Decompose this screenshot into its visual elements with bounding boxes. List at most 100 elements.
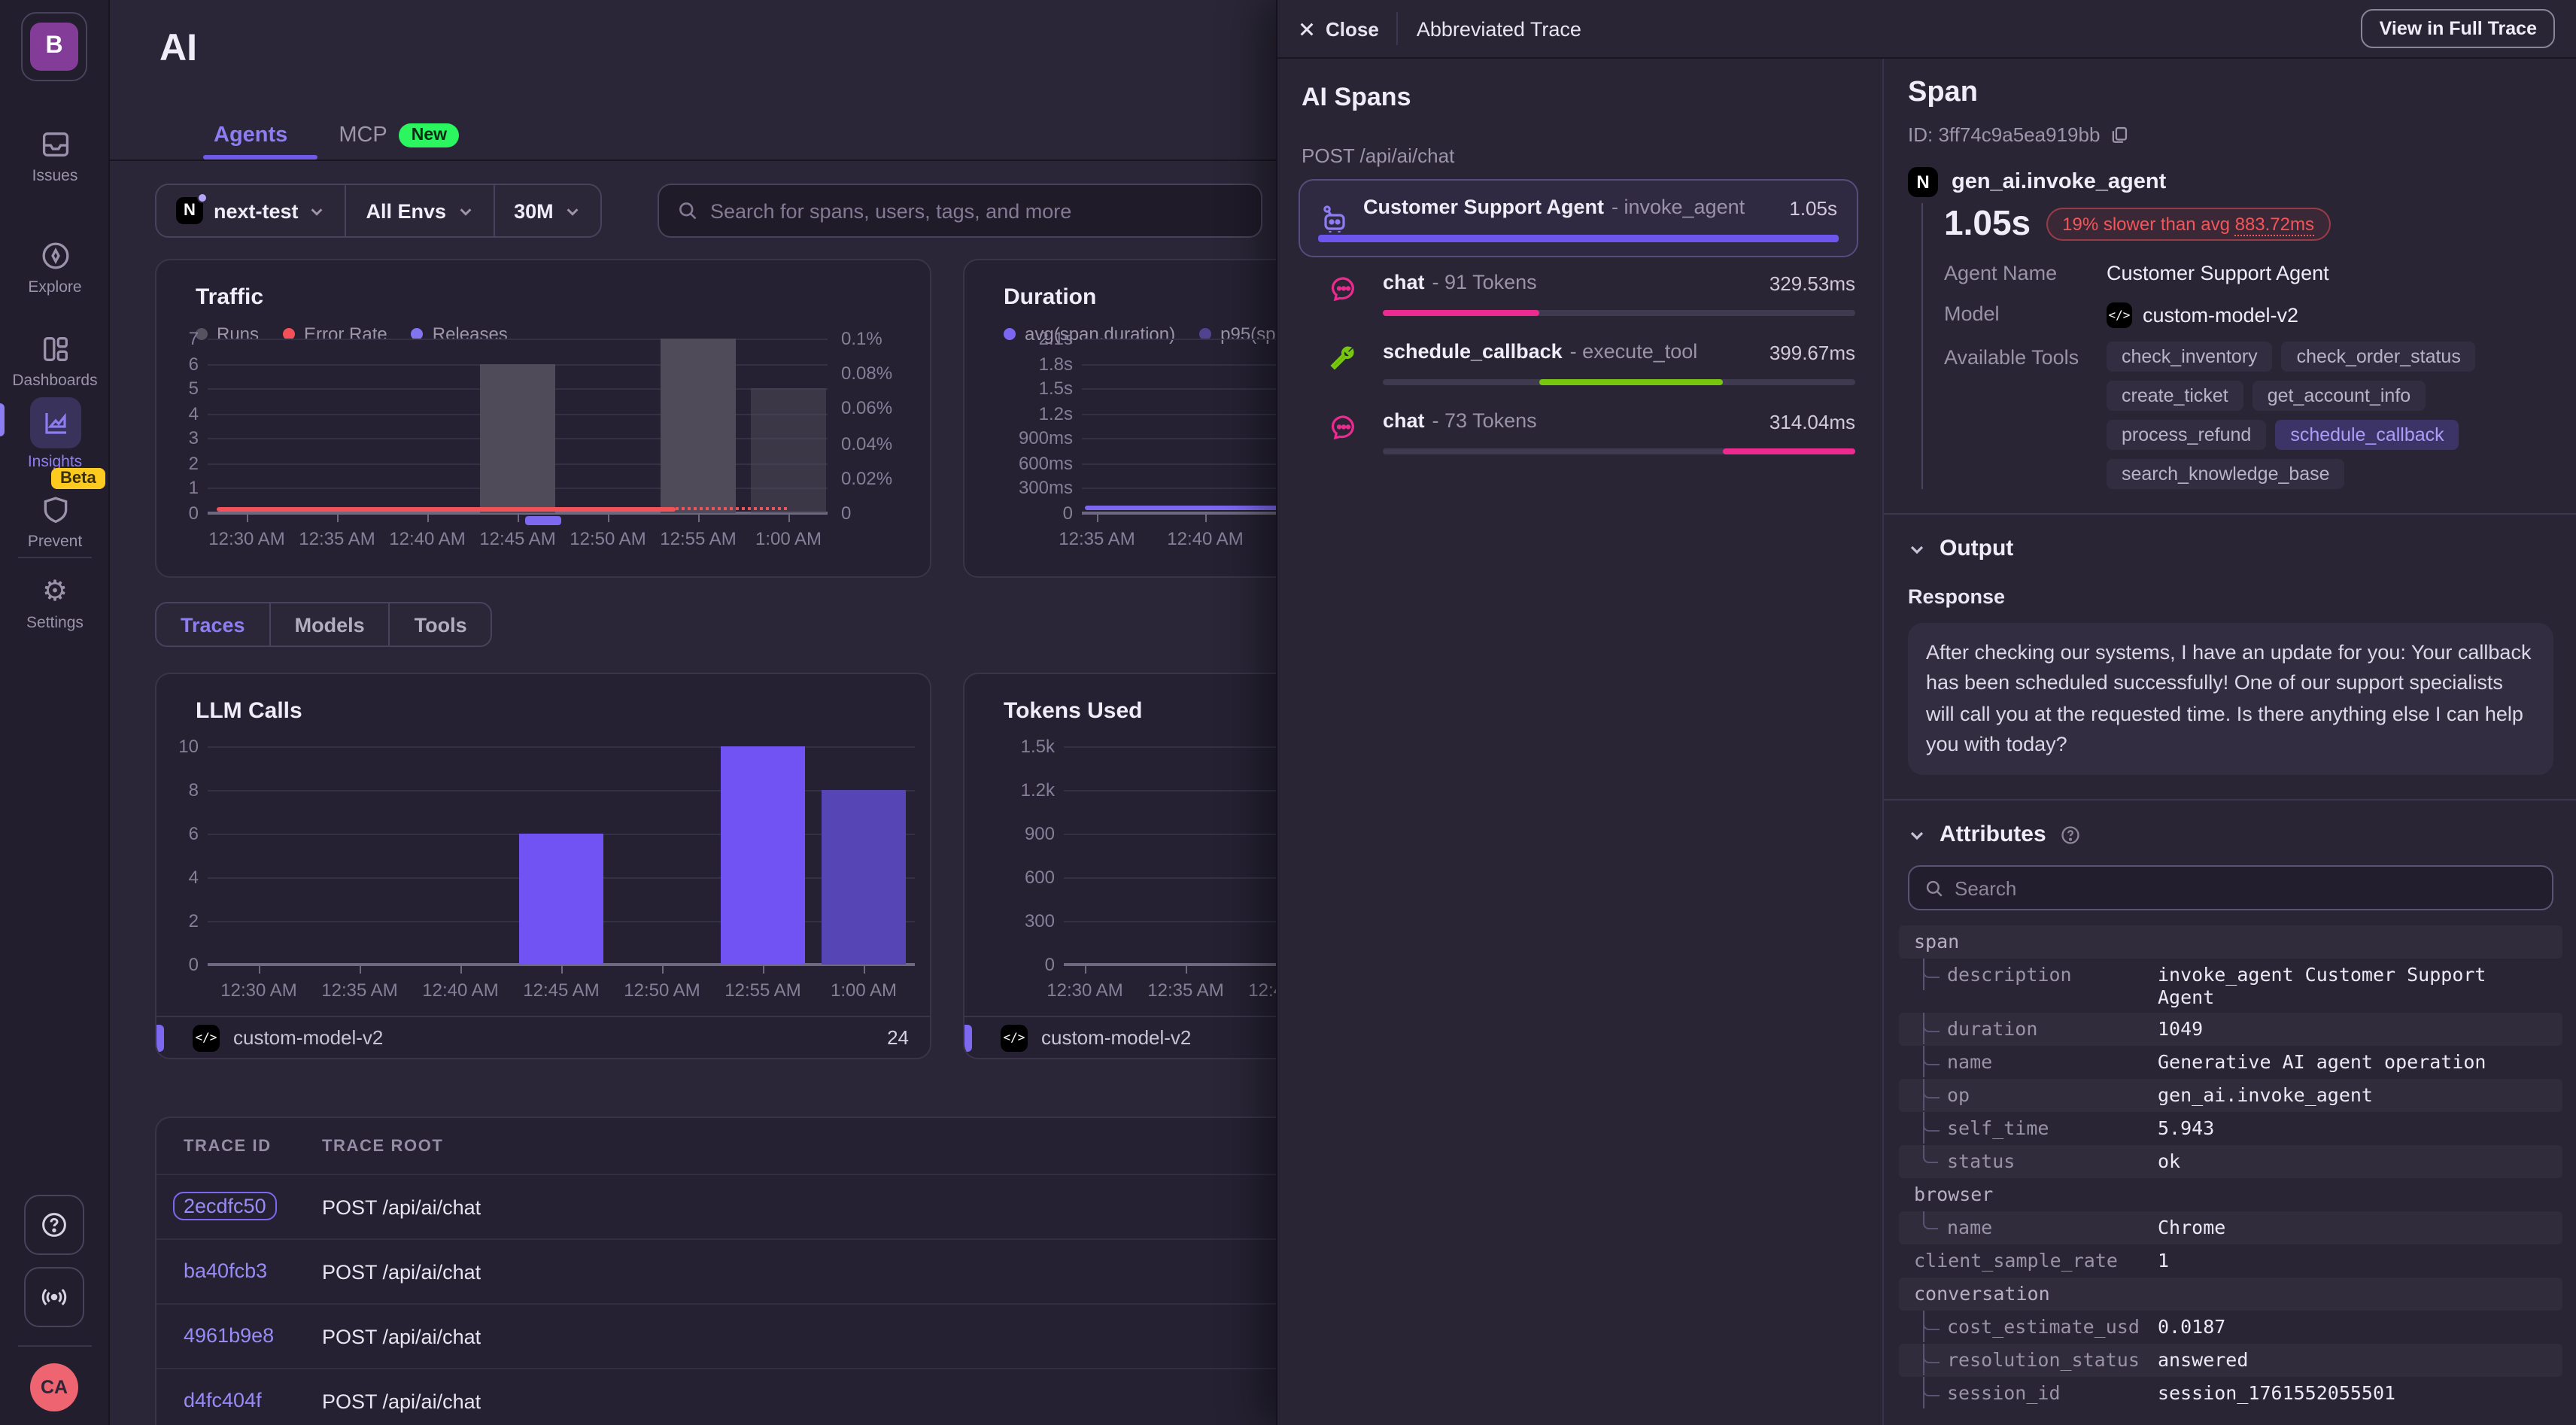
y-axis-label: 600ms bbox=[1007, 453, 1073, 474]
attribute-value: gen_ai.invoke_agent bbox=[2158, 1079, 2534, 1111]
chart-footer[interactable]: </> custom-model-v2 24 bbox=[156, 1016, 930, 1058]
attribute-group-row[interactable]: span bbox=[1899, 925, 2562, 959]
trace-id-link[interactable]: 4961b9e8 bbox=[184, 1324, 274, 1347]
attribute-group-row[interactable]: browser bbox=[1899, 1178, 2562, 1211]
series-color-marker bbox=[156, 1025, 164, 1052]
trace-id-link[interactable]: 2ecdfc50 bbox=[173, 1192, 277, 1220]
attributes-section-header[interactable]: Attributes bbox=[1908, 822, 2553, 847]
span-name: schedule_callback bbox=[1383, 340, 1563, 363]
tool-chip[interactable]: check_inventory bbox=[2107, 342, 2273, 372]
close-button[interactable]: Close bbox=[1299, 17, 1379, 40]
attribute-row[interactable]: opgen_ai.invoke_agent bbox=[1899, 1079, 2562, 1112]
subtab-models[interactable]: Models bbox=[271, 603, 390, 646]
attribute-group-row[interactable]: conversation bbox=[1899, 1278, 2562, 1311]
tool-chip[interactable]: create_ticket bbox=[2107, 381, 2243, 411]
filter-bar: N next-test All Envs 30M bbox=[155, 184, 602, 238]
span-name: Customer Support Agent bbox=[1363, 196, 1604, 218]
subtab-traces[interactable]: Traces bbox=[156, 603, 271, 646]
attribute-value: 1 bbox=[2158, 1244, 2534, 1276]
project-filter[interactable]: N next-test bbox=[156, 185, 347, 236]
sidebar-item-settings[interactable]: ⚙ Settings bbox=[0, 573, 110, 632]
sidebar-item-prevent[interactable]: Prevent bbox=[0, 492, 110, 551]
tool-chip[interactable]: process_refund bbox=[2107, 420, 2266, 450]
y-axis-label: 2.1s bbox=[1007, 328, 1073, 349]
view-full-trace-button[interactable]: View in Full Trace bbox=[2362, 9, 2555, 48]
broadcast-button[interactable] bbox=[24, 1267, 84, 1327]
span-bar-track bbox=[1383, 448, 1855, 454]
app-window: B Issues Explore Dashboards bbox=[0, 0, 2576, 1425]
attribute-row[interactable]: descriptioninvoke_agent Customer Support… bbox=[1899, 959, 2562, 1013]
attributes-search[interactable] bbox=[1908, 865, 2553, 910]
tree-connector bbox=[1923, 1311, 1938, 1342]
search-input[interactable] bbox=[710, 199, 1243, 222]
attribute-row[interactable]: duration1049 bbox=[1899, 1013, 2562, 1046]
attribute-key: status bbox=[1899, 1145, 2158, 1177]
tab-agents[interactable]: Agents bbox=[214, 123, 287, 147]
tab-mcp[interactable]: MCP New bbox=[339, 123, 459, 147]
code-model-icon: </> bbox=[193, 1024, 220, 1051]
sidebar-item-label: Settings bbox=[26, 614, 84, 632]
global-search[interactable] bbox=[658, 184, 1262, 238]
series-color-marker bbox=[964, 1025, 972, 1052]
search-icon bbox=[677, 200, 698, 221]
attribute-row[interactable]: nameGenerative AI agent operation bbox=[1899, 1046, 2562, 1079]
series-name: custom-model-v2 bbox=[233, 1026, 383, 1049]
attribute-row[interactable]: resolution_statusanswered bbox=[1899, 1344, 2562, 1377]
x-axis-label: 1:00 AM bbox=[810, 980, 918, 1001]
attribute-value: Chrome bbox=[2158, 1211, 2534, 1243]
help-circle-icon[interactable] bbox=[2060, 824, 2081, 845]
chart-bar bbox=[751, 388, 826, 513]
attribute-row[interactable]: self_time5.943 bbox=[1899, 1112, 2562, 1145]
y-axis-label: 300 bbox=[989, 910, 1055, 931]
y-axis-label: 1.2s bbox=[1007, 403, 1073, 424]
traffic-card: Traffic RunsError RateReleases 765432100… bbox=[155, 259, 931, 578]
x-axis-tick bbox=[788, 515, 790, 522]
attribute-row[interactable]: cost_estimate_usd0.0187 bbox=[1899, 1311, 2562, 1344]
span-item[interactable]: chat- 91 Tokens329.53ms bbox=[1299, 269, 1858, 339]
sidebar-item-label: Issues bbox=[32, 167, 78, 185]
attributes-search-input[interactable] bbox=[1955, 877, 2537, 899]
help-button[interactable] bbox=[24, 1195, 84, 1255]
trace-id-link[interactable]: d4fc404f bbox=[184, 1389, 262, 1411]
span-duration: 399.67ms bbox=[1769, 342, 1855, 364]
tool-chip[interactable]: get_account_info bbox=[2252, 381, 2426, 411]
sidebar-item-explore[interactable]: Explore bbox=[0, 238, 110, 296]
attribute-row[interactable]: statusok bbox=[1899, 1145, 2562, 1178]
sidebar-item-insights[interactable]: Insights bbox=[0, 397, 110, 471]
copy-icon[interactable] bbox=[2109, 125, 2128, 144]
span-bar bbox=[1539, 379, 1723, 385]
attribute-row[interactable]: session_idsession_1761552055501 bbox=[1899, 1377, 2562, 1410]
insights-chart-icon bbox=[29, 397, 80, 448]
tool-chip[interactable]: search_knowledge_base bbox=[2107, 459, 2345, 489]
output-section-header[interactable]: Output bbox=[1908, 536, 2553, 561]
subtab-tools[interactable]: Tools bbox=[390, 603, 491, 646]
x-axis-label: 12:45 AM bbox=[507, 980, 615, 1001]
chevron-down-icon bbox=[309, 202, 326, 219]
column-header-trace-id[interactable]: TRACE ID bbox=[156, 1137, 322, 1155]
x-axis-label: 1:00 AM bbox=[734, 528, 843, 549]
span-item[interactable]: schedule_callback- execute_tool399.67ms bbox=[1299, 339, 1858, 408]
chart-title: Traffic bbox=[196, 284, 263, 310]
tool-chip[interactable]: schedule_callback bbox=[2275, 420, 2459, 450]
x-axis-label: 12:35 AM bbox=[305, 980, 414, 1001]
attribute-row[interactable]: nameChrome bbox=[1899, 1211, 2562, 1244]
span-item-selected[interactable]: Customer Support Agent- invoke_agent (cu… bbox=[1299, 179, 1858, 257]
sidebar-item-issues[interactable]: Issues bbox=[0, 126, 110, 185]
time-range-filter[interactable]: 30M bbox=[494, 185, 600, 236]
chart-bar bbox=[519, 834, 603, 965]
attribute-row[interactable]: client_sample_rate1 bbox=[1899, 1244, 2562, 1278]
nextjs-icon: N bbox=[1908, 167, 1938, 197]
sidebar-item-dashboards[interactable]: Dashboards bbox=[0, 331, 110, 390]
trace-id-link[interactable]: ba40fcb3 bbox=[184, 1259, 267, 1282]
span-op-row: N gen_ai.invoke_agent bbox=[1908, 167, 2553, 197]
tool-chip[interactable]: check_order_status bbox=[2282, 342, 2476, 372]
span-item[interactable]: chat- 73 Tokens314.04ms bbox=[1299, 408, 1858, 477]
org-switcher-button[interactable]: B bbox=[21, 12, 87, 81]
span-op-suffix: - 91 Tokens bbox=[1432, 271, 1537, 293]
new-badge: New bbox=[399, 123, 459, 147]
environment-filter[interactable]: All Envs bbox=[347, 185, 495, 236]
user-menu-button[interactable]: CA bbox=[24, 1357, 84, 1417]
x-axis-tick bbox=[608, 515, 609, 522]
y-axis-label: 0 bbox=[989, 954, 1055, 975]
x-axis-label: 12:50 AM bbox=[608, 980, 716, 1001]
